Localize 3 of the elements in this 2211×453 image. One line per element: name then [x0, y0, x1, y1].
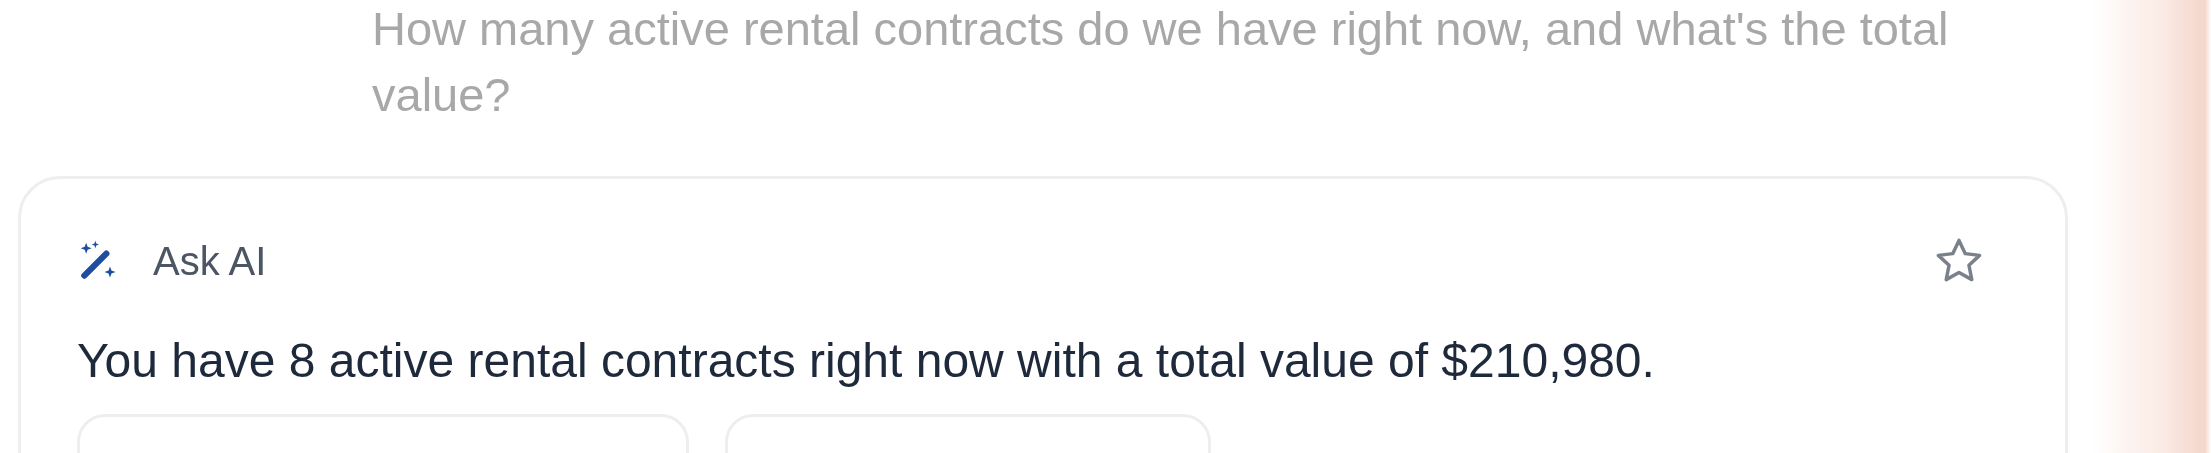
answer-text: You have 8 active rental contracts right now with a total value of $210,980. — [77, 333, 1656, 388]
card-title: Ask AI — [153, 238, 267, 284]
question-text: How many active rental contracts do we have right now, and what's the total value? — [372, 1, 1950, 123]
